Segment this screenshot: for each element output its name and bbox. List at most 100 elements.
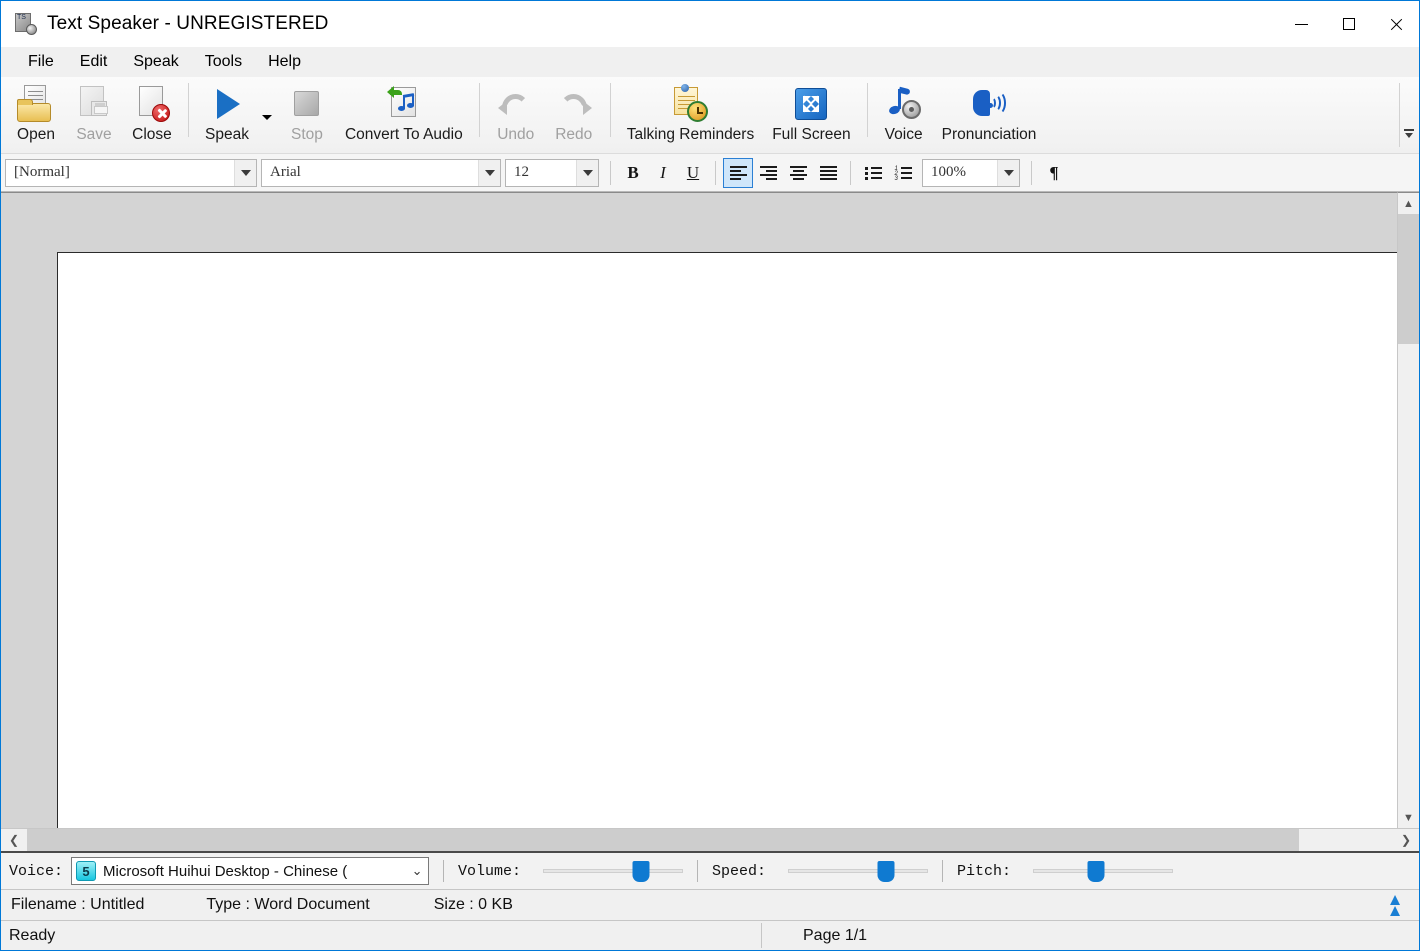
zoom-combo[interactable]: 100% [922, 158, 1020, 187]
vertical-scroll-track[interactable] [1398, 214, 1419, 807]
close-icon [1388, 17, 1403, 32]
speak-button[interactable]: Speak [196, 77, 258, 149]
application-window: Text Speaker - UNREGISTERED File Edit Sp… [0, 0, 1420, 951]
undo-button[interactable]: Undo [487, 77, 545, 149]
volume-slider-thumb[interactable] [632, 861, 650, 882]
align-center-button[interactable] [783, 158, 813, 188]
underline-label: U [686, 162, 700, 182]
speed-slider-track [788, 869, 929, 873]
open-button[interactable]: Open [7, 77, 65, 149]
voice-note-gear-icon [884, 84, 924, 124]
format-separator [1031, 160, 1032, 185]
redo-arrow-icon [554, 84, 594, 124]
format-separator [850, 160, 851, 185]
convert-to-audio-label: Convert To Audio [344, 126, 463, 143]
numbered-list-button[interactable]: 1 2 3 [888, 158, 918, 188]
align-right-button[interactable] [753, 158, 783, 188]
menu-item-tools[interactable]: Tools [192, 49, 255, 75]
document-canvas[interactable] [1, 192, 1397, 828]
horizontal-scroll-thumb[interactable] [27, 829, 1299, 851]
maximize-button[interactable] [1325, 1, 1372, 47]
scroll-down-button[interactable]: ▼ [1398, 807, 1419, 828]
pronunciation-button[interactable]: Pronunciation [933, 77, 1046, 149]
menu-item-speak[interactable]: Speak [120, 49, 191, 75]
status-separator [761, 923, 762, 948]
toolbar-separator [866, 83, 868, 137]
text-speaker-icon [15, 13, 37, 35]
vertical-scrollbar[interactable]: ▲ ▼ [1397, 192, 1419, 828]
menu-item-help[interactable]: Help [255, 49, 314, 75]
filename-info: Filename : Untitled [11, 896, 145, 913]
pronunciation-label: Pronunciation [941, 126, 1037, 143]
chevron-down-icon[interactable] [576, 159, 598, 186]
align-left-button[interactable] [723, 157, 753, 188]
font-family-combo[interactable]: Arial [261, 158, 501, 187]
volume-slider[interactable] [543, 860, 684, 882]
redo-button[interactable]: Redo [545, 77, 603, 149]
save-label: Save [76, 126, 112, 143]
paragraph-style-combo[interactable]: [Normal] [5, 158, 257, 187]
chevron-down-icon[interactable] [234, 159, 256, 186]
font-size-combo[interactable]: 12 [505, 158, 599, 187]
voice-button[interactable]: Voice [875, 77, 933, 149]
window-title: Text Speaker - UNREGISTERED [47, 13, 329, 34]
chevron-down-icon[interactable] [997, 159, 1019, 186]
underline-button[interactable]: U [678, 158, 708, 188]
open-folder-icon [16, 84, 56, 124]
toolbar-overflow-button[interactable] [1399, 83, 1417, 147]
document-page[interactable] [57, 252, 1397, 828]
paragraph-style-value: [Normal] [14, 164, 70, 180]
scroll-left-button[interactable]: ❮ [1, 829, 27, 851]
reminder-clock-icon [670, 84, 710, 124]
pitch-slider[interactable] [1033, 860, 1174, 882]
voice-selector-combo[interactable]: 5 Microsoft Huihui Desktop - Chinese ( ⌄ [71, 857, 430, 885]
menu-item-edit[interactable]: Edit [67, 49, 121, 75]
toolbar-separator [478, 83, 480, 137]
close-document-icon [132, 84, 172, 124]
format-bar: [Normal] Arial 12 B I U 1 2 3 100% ¶ [1, 154, 1419, 192]
page-indicator: Page 1/1 [803, 926, 868, 944]
scroll-right-button[interactable]: ❯ [1393, 829, 1419, 851]
pitch-slider-thumb[interactable] [1087, 861, 1105, 882]
bold-label: B [627, 162, 639, 182]
font-size-value: 12 [514, 164, 529, 180]
full-screen-button[interactable]: Full Screen [763, 77, 859, 149]
show-paragraph-marks-button[interactable]: ¶ [1039, 158, 1069, 188]
undo-label: Undo [497, 126, 535, 143]
main-toolbar: Open Save Close Speak Stop Convert To Au… [1, 77, 1419, 154]
minimize-icon [1295, 23, 1308, 25]
stop-button[interactable]: Stop [278, 77, 336, 149]
minimize-button[interactable] [1278, 1, 1325, 47]
font-family-value: Arial [270, 164, 301, 180]
speed-label: Speed: [712, 862, 767, 880]
full-screen-label: Full Screen [772, 126, 851, 143]
close-button[interactable] [1372, 1, 1419, 47]
menu-item-file[interactable]: File [15, 49, 67, 75]
close-document-button[interactable]: Close [123, 77, 181, 149]
horizontal-scroll-track[interactable] [27, 829, 1393, 851]
voice-control-bar: Voice: 5 Microsoft Huihui Desktop - Chin… [1, 853, 1419, 890]
justify-button[interactable] [813, 158, 843, 188]
convert-to-audio-button[interactable]: Convert To Audio [336, 77, 472, 149]
scroll-up-button[interactable]: ▲ [1398, 193, 1419, 214]
menu-bar: File Edit Speak Tools Help [1, 47, 1419, 77]
horizontal-scrollbar[interactable]: ❮ ❯ [1, 828, 1419, 853]
talking-reminders-button[interactable]: Talking Reminders [618, 77, 764, 149]
speed-slider-thumb[interactable] [877, 861, 895, 882]
justify-icon [819, 166, 837, 180]
open-label: Open [17, 126, 55, 143]
filetype-info: Type : Word Document [206, 896, 370, 913]
speak-dropdown-arrow-icon[interactable] [260, 110, 274, 124]
maximize-icon [1342, 18, 1355, 30]
italic-button[interactable]: I [648, 158, 678, 188]
save-button[interactable]: Save [65, 77, 123, 149]
vertical-scroll-thumb[interactable] [1398, 214, 1419, 344]
expand-up-icon[interactable]: ▲ ▲ [1383, 891, 1407, 919]
align-center-icon [789, 166, 807, 180]
chevron-down-icon[interactable]: ⌄ [406, 863, 428, 879]
chevron-down-icon[interactable] [478, 159, 500, 186]
bold-button[interactable]: B [618, 158, 648, 188]
bullet-list-button[interactable] [858, 158, 888, 188]
speed-slider[interactable] [788, 860, 929, 882]
voice-separator [443, 860, 445, 882]
